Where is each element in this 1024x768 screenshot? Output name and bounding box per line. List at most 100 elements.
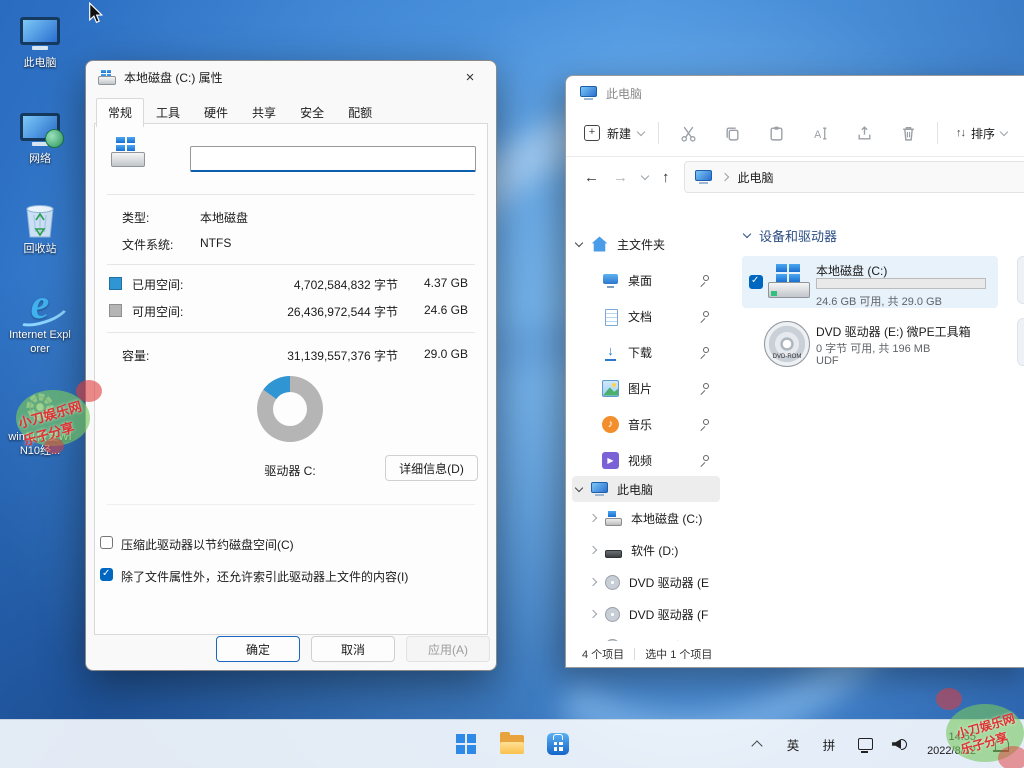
sort-button[interactable]: ↑↓ 排序 [956,125,1007,142]
separator [107,504,475,505]
usage-donut [257,376,323,442]
sidebar-item-dvd-f[interactable]: DVD 驱动器 (F [572,598,720,630]
used-space-swatch [109,277,122,290]
taskbar-file-explorer[interactable] [492,724,532,764]
cut-button[interactable] [673,118,703,148]
sidebar-item-documents[interactable]: 文档 [572,300,720,332]
desktop-icon-this-pc[interactable]: 此电脑 [8,12,72,71]
explorer-titlebar[interactable]: 此电脑 [566,76,1024,110]
status-selected-count: 选中 1 个项目 [645,646,712,662]
sidebar-item-label: 下载 [628,344,652,361]
dialog-titlebar[interactable]: 本地磁盘 (C:) 属性 [86,61,496,93]
tab-hardware[interactable]: 硬件 [192,98,240,127]
rename-button[interactable]: A [805,118,835,148]
desktop-icon-label: 回收站 [8,243,72,257]
volume-icon[interactable] [885,726,917,762]
desktop-icon-label: 此电脑 [8,57,72,71]
sidebar-item-this-pc[interactable]: 此电脑 [572,476,720,502]
group-header-label: 设备和驱动器 [759,226,837,245]
desktop-icon-recycle-bin[interactable]: 回收站 [8,198,72,257]
tab-general[interactable]: 常规 [96,98,144,127]
tab-tools[interactable]: 工具 [144,98,192,127]
globe-icon [45,129,64,148]
tab-security[interactable]: 安全 [288,98,336,127]
desktop-icon [602,272,619,289]
volume-label-input[interactable] [190,146,476,172]
ok-button[interactable]: 确定 [216,636,300,662]
sort-icon: ↑↓ [956,127,965,139]
capacity-size: 29.0 GB [424,347,468,361]
dialog-tabs: 常规 工具 硬件 共享 安全 配额 [96,98,384,127]
filesystem-value: NTFS [200,236,231,250]
used-space-row: 已用空间: 4,702,584,832 字节 4.37 GB [95,276,487,292]
taskbar-clock[interactable]: 14:55 2022/8/12 [921,730,982,759]
checkbox-icon[interactable] [100,536,113,549]
sidebar-item-label: 此电脑 [617,481,653,498]
sidebar-item-dvd-e[interactable]: DVD 驱动器 (E [572,566,720,598]
drive-tile-dvd-e[interactable]: DVD-ROM DVD 驱动器 (E:) 微PE工具箱 0 字节 可用, 共 1… [742,316,998,372]
chevron-down-icon [575,483,583,491]
share-button[interactable] [849,118,879,148]
index-checkbox-row[interactable]: 除了文件属性外，还允许索引此驱动器上文件的内容(I) [100,568,477,585]
capacity-label: 容量: [122,347,149,364]
sidebar-item-videos[interactable]: ▶ 视频 [572,444,720,476]
sidebar-item-dvd-g[interactable]: DVD 驱动器 ( [572,630,720,641]
desktop-icon-network[interactable]: 网络 [8,108,72,167]
ime-language-indicator[interactable]: 英 [777,726,809,762]
free-space-row: 可用空间: 26,436,972,544 字节 24.6 GB [95,303,487,319]
used-space-bytes: 4,702,584,832 字节 [294,276,398,293]
sidebar-item-downloads[interactable]: ↓ 下载 [572,336,720,368]
compress-checkbox-row[interactable]: 压缩此驱动器以节约磁盘空间(C) [100,536,477,553]
taskbar-store[interactable] [538,724,578,764]
sidebar-item-home[interactable]: 主文件夹 [572,228,720,260]
history-dropdown-icon[interactable] [641,171,649,179]
apply-button[interactable]: 应用(A) [406,636,490,662]
sidebar-item-pictures[interactable]: 图片 [572,372,720,404]
sidebar-item-local-disk-c[interactable]: 本地磁盘 (C:) [572,502,720,534]
item-checkbox[interactable] [749,275,763,289]
this-pc-icon [591,482,608,496]
bell-icon [995,738,1009,750]
breadcrumb-chevron-icon [720,173,728,181]
drive-tile-local-disk-c[interactable]: 本地磁盘 (C:) 24.6 GB 可用, 共 29.0 GB [742,256,998,308]
used-space-label: 已用空间: [132,276,183,293]
ime-mode-indicator[interactable]: 拼 [813,726,845,762]
clock-time: 14:55 [927,730,976,744]
sidebar-item-label: 主文件夹 [617,236,665,253]
forward-button[interactable]: → [613,169,628,186]
network-icon[interactable] [849,726,881,762]
ethernet-icon [858,738,873,750]
sidebar-item-desktop[interactable]: 桌面 [572,264,720,296]
document-icon [602,308,619,325]
delete-button[interactable] [893,118,923,148]
up-button[interactable]: ↑ [662,169,670,186]
paste-button[interactable] [761,118,791,148]
drive-info: 24.6 GB 可用, 共 29.0 GB [816,293,942,309]
tray-overflow-button[interactable] [741,726,773,762]
desktop-icon-internet-explorer[interactable]: e Internet Explorer [8,284,72,357]
tab-quota[interactable]: 配额 [336,98,384,127]
new-button[interactable]: + 新建 [584,125,644,142]
checkbox-checked-icon[interactable] [100,568,113,581]
notification-button[interactable] [986,726,1018,762]
copy-button[interactable] [717,118,747,148]
sidebar-item-music[interactable]: ♪ 音乐 [572,408,720,440]
close-button[interactable]: × [454,66,486,89]
sidebar-item-drive-d[interactable]: 软件 (D:) [572,534,720,566]
pin-icon [699,311,710,322]
breadcrumb[interactable]: 此电脑 [738,169,774,186]
address-bar[interactable]: 此电脑 [684,161,1024,193]
gear-icon [8,386,72,428]
content-pane: 设备和驱动器 本地磁盘 (C:) 24.6 GB 可用, 共 29.0 GB D… [722,198,1024,641]
separator [107,264,475,265]
cancel-button[interactable]: 取消 [311,636,395,662]
back-button[interactable]: ← [584,169,599,186]
start-button[interactable] [446,724,486,764]
desktop-icon-win11-restore[interactable]: win11恢复WIN10经... [8,386,72,459]
group-header-devices[interactable]: 设备和驱动器 [744,226,837,245]
dialog-buttons: 确定 取消 应用(A) [216,636,490,662]
details-button[interactable]: 详细信息(D) [385,455,478,481]
type-row: 类型: 本地磁盘 [95,209,487,225]
window-title: 此电脑 [606,85,642,102]
tab-sharing[interactable]: 共享 [240,98,288,127]
